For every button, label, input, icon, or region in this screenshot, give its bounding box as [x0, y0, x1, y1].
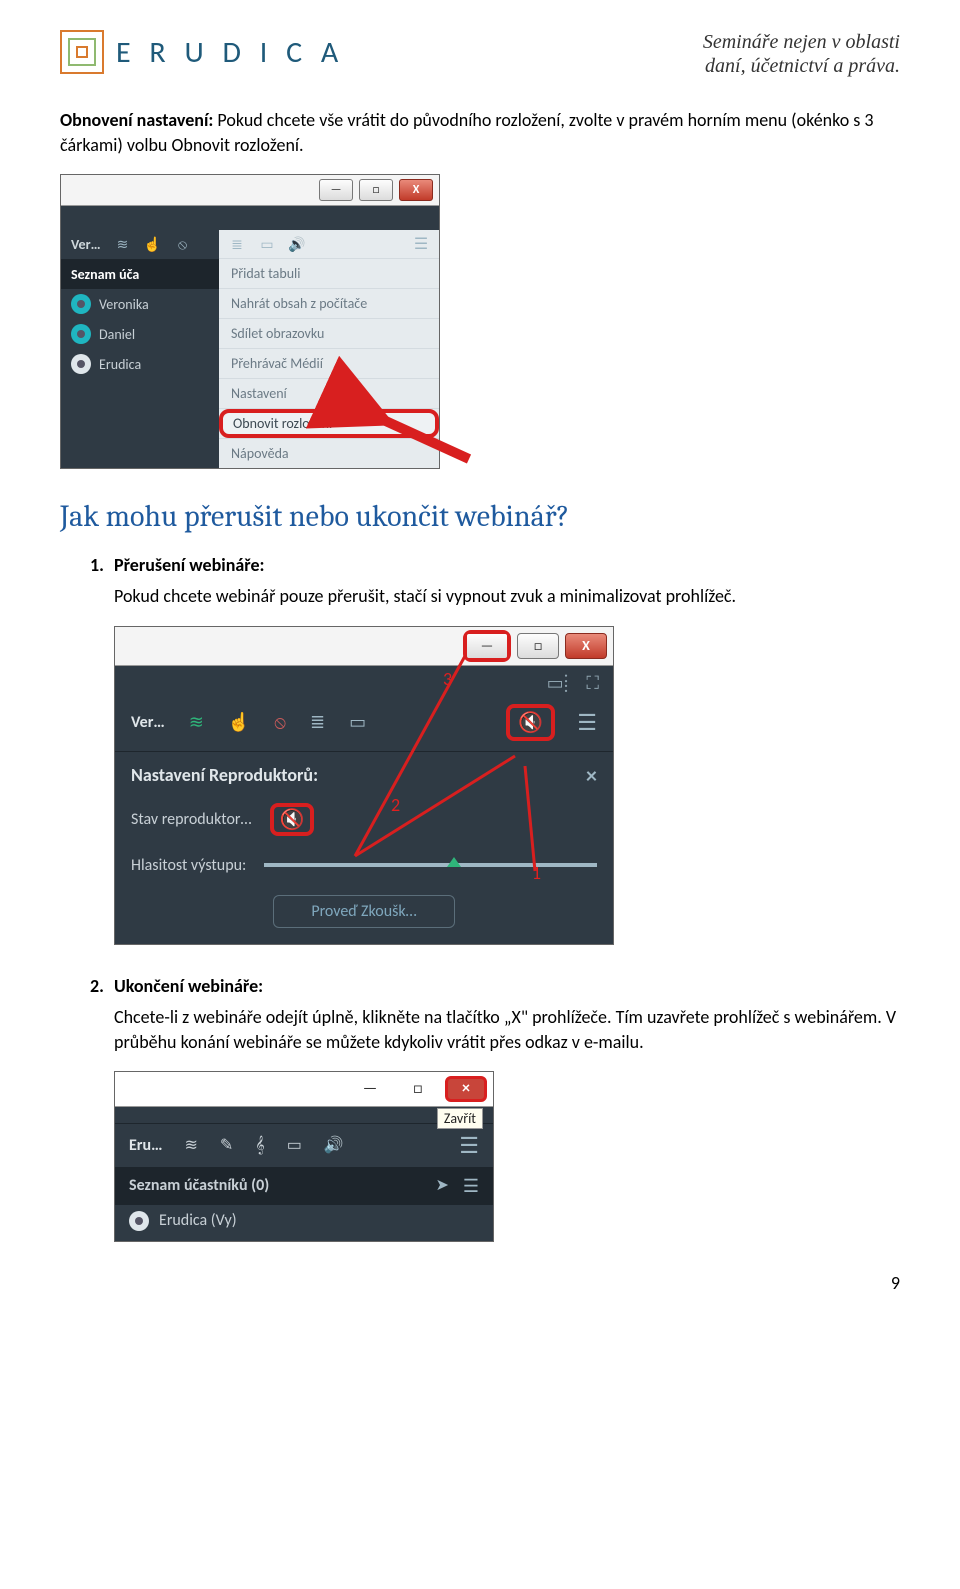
speaker-icon[interactable]: 🔊: [324, 1135, 344, 1155]
logo-icon: [60, 30, 104, 74]
participants-header: Seznam účastníků (0) ➤ ☰: [115, 1167, 493, 1205]
list-item-1-body: Pokud chcete webinář pouze přerušit, sta…: [114, 584, 900, 609]
avatar-icon: [71, 294, 91, 314]
mic-icon[interactable]: 𝄞: [255, 1136, 264, 1155]
window-titlebar: — □ X: [61, 175, 439, 206]
video-icon[interactable]: ▭: [287, 1135, 302, 1155]
list-number: 1.: [90, 554, 114, 576]
figure-reset-layout: — □ X Ver… ≋ ☝ ⦸ Seznam úča Veronika: [60, 174, 440, 469]
list-item-2-title: 2.Ukončení webináře:: [90, 975, 900, 997]
window-minimize-button[interactable]: —: [467, 634, 507, 658]
list-item-1-title: 1.Přerušení webináře:: [90, 554, 900, 576]
menu-media-player[interactable]: Přehrávač Médií: [219, 349, 439, 379]
tagline-line2: daní, účetnictví a práva.: [703, 54, 900, 78]
minimize-callout: —: [463, 630, 511, 662]
hamburger-icon[interactable]: ☰: [413, 236, 429, 252]
participants-header: Seznam úča: [61, 260, 219, 289]
tagline-line1: Semináře nejen v oblasti: [703, 30, 900, 54]
window-maximize-button[interactable]: □: [359, 179, 393, 201]
mic-off-icon[interactable]: ⦸: [175, 237, 191, 253]
window-close-button[interactable]: ×: [445, 1076, 487, 1102]
participant-row: Erudica: [61, 349, 219, 379]
reset-paragraph: Obnovení nastavení: Pokud chcete vše vrá…: [60, 108, 900, 158]
window-minimize-button[interactable]: —: [349, 1076, 391, 1102]
window-close-button[interactable]: X: [399, 179, 433, 201]
hand-icon[interactable]: ☝: [145, 237, 161, 253]
page-number: 9: [60, 1272, 900, 1294]
window-maximize-button[interactable]: □: [517, 633, 559, 659]
hamburger-dropdown: ≣ ▭ 🔊 ☰ Přidat tabuli Nahrát obsah z poč…: [219, 230, 439, 468]
participant-name: Erudica (Vy): [159, 1211, 237, 1230]
window-maximize-button[interactable]: □: [397, 1076, 439, 1102]
arrow-icon[interactable]: ➤: [435, 1175, 448, 1197]
avatar-icon: [129, 1211, 149, 1231]
hamburger-icon[interactable]: ☰: [459, 1132, 479, 1159]
tagline: Semináře nejen v oblasti daní, účetnictv…: [703, 30, 900, 78]
version-label: Ver…: [71, 236, 101, 253]
participant-name: Veronika: [99, 296, 149, 313]
avatar-icon: [71, 324, 91, 344]
participant-row: Erudica (Vy): [115, 1205, 493, 1237]
wifi-icon: ≋: [115, 237, 131, 253]
panel-title-text: Seznam účastníků (0): [129, 1176, 269, 1195]
window-titlebar: — □ X: [115, 627, 613, 666]
close-tooltip: Zavřít: [437, 1108, 483, 1129]
list-title-text: Přerušení webináře:: [114, 554, 264, 576]
figure-close-webinar: — □ × Zavřít Eru… ≋ ✎ 𝄞 ▭ 🔊 ☰ Seznam úča…: [114, 1071, 494, 1242]
menu-add-board[interactable]: Přidat tabuli: [219, 259, 439, 289]
window-close-button[interactable]: X: [565, 633, 607, 659]
title-label: Eru…: [129, 1136, 162, 1155]
chat-icon[interactable]: ≣: [229, 236, 245, 252]
participant-row: Veronika: [61, 289, 219, 319]
avatar-icon: [71, 354, 91, 374]
app-toolbar: Eru… ≋ ✎ 𝄞 ▭ 🔊 ☰: [115, 1123, 493, 1167]
window-minimize-button[interactable]: —: [319, 179, 353, 201]
app-top-strip: [61, 206, 439, 230]
section-heading: Jak mohu přerušit nebo ukončit webinář?: [60, 499, 900, 534]
participant-name: Daniel: [99, 326, 135, 343]
app-toolbar: Ver… ≋ ☝ ⦸: [61, 230, 219, 260]
page-header: E R U D I C A Semináře nejen v oblasti d…: [60, 30, 900, 78]
list-item-2-body: Chcete-li z webináře odejít úplně, klikn…: [114, 1005, 900, 1055]
annotation-arrow-icon: [369, 399, 479, 469]
list-number: 2.: [90, 975, 114, 997]
video-icon[interactable]: ▭: [259, 236, 275, 252]
list-title-text: Ukončení webináře:: [114, 975, 263, 997]
reset-lead: Obnovení nastavení:: [60, 109, 213, 131]
speaker-icon[interactable]: 🔊: [289, 236, 305, 252]
figure-pause-webinar: — □ X ▭⁞ ⛶ Ver… ≋ ☝ ⦸ ≣ ▭ 🔇 ☰: [114, 626, 614, 945]
brand-block: E R U D I C A: [60, 30, 344, 74]
wifi-icon: ≋: [184, 1135, 197, 1155]
annotation-lines-icon: [115, 666, 615, 946]
hamburger-icon[interactable]: ☰: [463, 1175, 479, 1197]
window-titlebar: — □ ×: [115, 1072, 493, 1107]
pen-icon[interactable]: ✎: [220, 1135, 233, 1155]
menu-upload[interactable]: Nahrát obsah z počítače: [219, 289, 439, 319]
participant-name: Erudica: [99, 356, 141, 373]
menu-share-screen[interactable]: Sdílet obrazovku: [219, 319, 439, 349]
participant-row: Daniel: [61, 319, 219, 349]
brand-name: E R U D I C A: [116, 34, 344, 71]
